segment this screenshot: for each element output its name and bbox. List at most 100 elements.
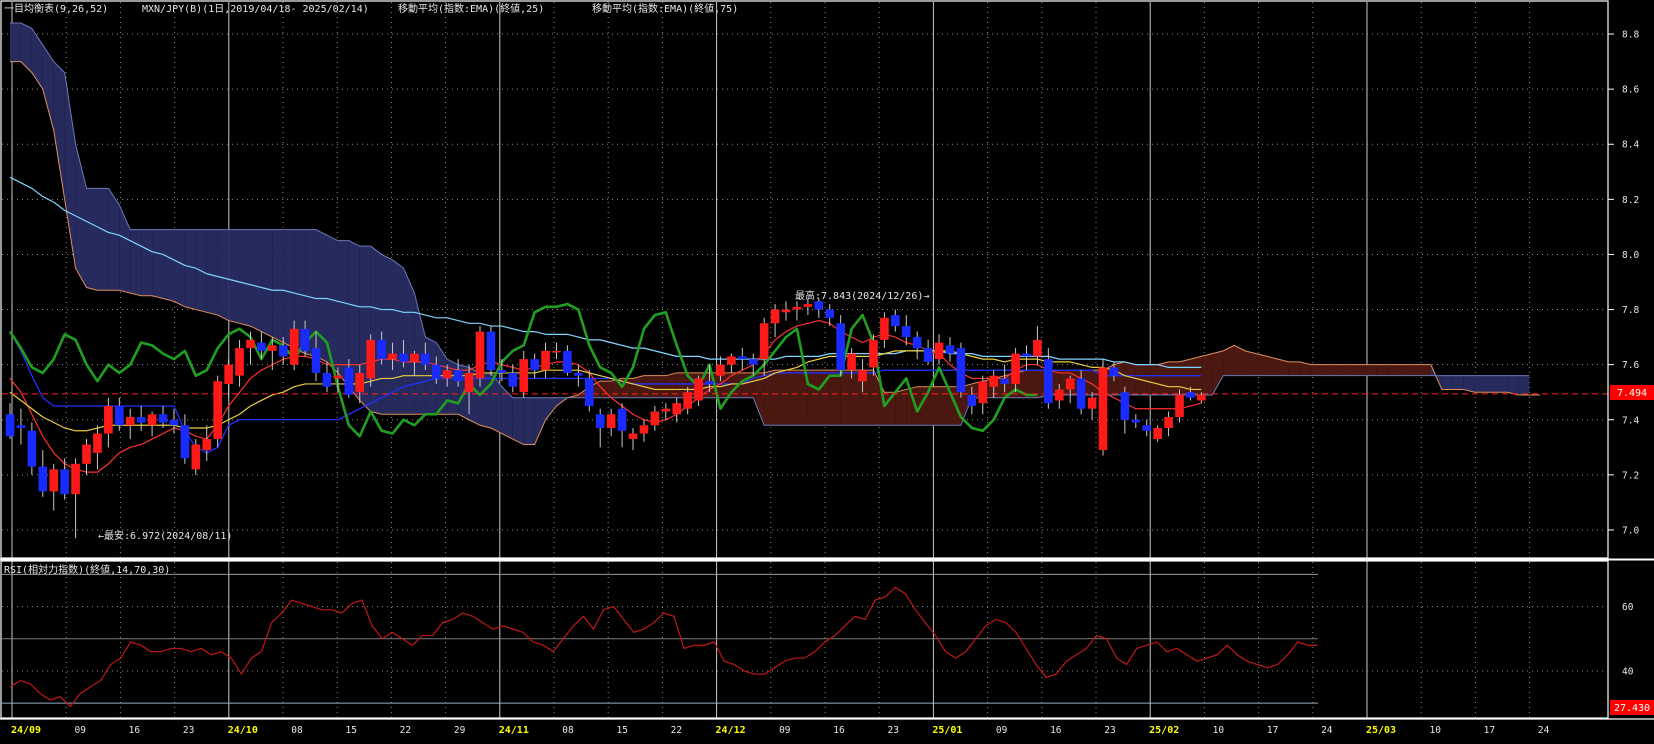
candle-up <box>672 403 682 415</box>
candle-down <box>38 466 48 492</box>
candle-up <box>224 364 233 384</box>
cloud-segment <box>261 229 273 338</box>
cloud-segment <box>840 370 852 426</box>
cloud-segment <box>1321 364 1333 376</box>
cloud-segment <box>97 188 109 291</box>
candle-up <box>475 331 485 379</box>
x-tick-label: 29 <box>454 725 466 736</box>
candle-down <box>923 348 933 362</box>
cloud-segment <box>1201 353 1213 395</box>
candle-up <box>1197 394 1206 401</box>
candle-up <box>82 444 91 464</box>
candle-up <box>552 350 561 353</box>
cloud-segment <box>1474 375 1486 393</box>
y-tick-label: 7.0 <box>1622 525 1639 536</box>
x-tick-label: 22 <box>671 725 682 736</box>
candle-down <box>738 356 747 360</box>
candle-up <box>650 411 660 426</box>
candle-down <box>617 408 627 431</box>
cloud-segment <box>1332 364 1344 376</box>
y-tick-label: 7.6 <box>1622 360 1639 371</box>
x-tick-label: 24 <box>1321 725 1333 736</box>
candle-down <box>956 348 966 393</box>
candle-up <box>1164 417 1173 429</box>
cloud-segment <box>1113 361 1125 395</box>
candle-up <box>880 317 889 340</box>
candle-up <box>1098 367 1108 451</box>
candle-down <box>836 323 845 371</box>
candle-up <box>1153 428 1162 440</box>
cloud-segment <box>228 229 240 324</box>
x-tick-label: 08 <box>562 725 574 736</box>
x-tick-label: 09 <box>74 725 86 736</box>
candle-up <box>388 353 397 360</box>
x-tick-label: 09 <box>779 725 791 736</box>
candle-down <box>5 414 15 437</box>
cloud-segment <box>775 370 787 426</box>
y-tick-label: 8.8 <box>1622 30 1639 41</box>
candle-up <box>125 417 135 426</box>
x-tick-label: 23 <box>183 725 194 736</box>
candle-up <box>104 405 113 434</box>
y-tick-label: 7.8 <box>1622 305 1639 316</box>
candle-down <box>497 370 507 373</box>
x-tick-label: 16 <box>833 725 845 736</box>
candle-up <box>191 444 201 470</box>
candle-down <box>136 417 146 423</box>
chart-stage: 24/09 09 16 23 24/10 08 15 22 29 24/11 08 15 22 24/12… <box>0 0 1654 740</box>
rsi-tick-label: 60 <box>1622 602 1634 613</box>
cloud-segment <box>163 229 174 302</box>
cloud-segment <box>141 229 153 296</box>
cloud-segment <box>1245 350 1257 376</box>
candle-down <box>399 353 408 362</box>
candle-up <box>49 469 59 492</box>
candle-up <box>934 342 944 360</box>
cloud-segment <box>1518 375 1530 395</box>
x-tick-label: 24/12 <box>716 725 746 736</box>
candle-down <box>891 315 900 327</box>
y-tick-label: 7.2 <box>1622 470 1639 481</box>
candle-down <box>563 350 572 373</box>
current-price-badge: 7.494 <box>1617 388 1647 399</box>
candle-up <box>989 375 998 387</box>
cloud-segment <box>152 229 164 299</box>
symbol-label: MXN/JPY(B)(1日,2019/04/18- 2025/02/14) <box>142 4 369 15</box>
x-tick-label: 16 <box>129 725 141 736</box>
candle-up <box>628 433 638 440</box>
cloud-segment <box>764 370 776 426</box>
candle-down <box>705 381 714 384</box>
candle-down <box>814 301 824 310</box>
candle-down <box>115 405 124 426</box>
candle-up <box>289 328 299 365</box>
candle-down <box>530 359 539 371</box>
candle-down <box>967 394 977 406</box>
cloud-segment <box>108 188 120 291</box>
candle-down <box>912 337 922 349</box>
cloud-segment <box>928 386 940 426</box>
candle-up <box>716 364 725 376</box>
candle-up <box>333 375 343 379</box>
candle-down <box>748 359 758 365</box>
cloud-segment <box>1354 364 1366 376</box>
cloud-segment <box>184 229 196 310</box>
candle-up <box>781 309 791 313</box>
candle-up <box>93 433 102 453</box>
candle-up <box>858 370 867 382</box>
x-tick-label: 23 <box>887 725 898 736</box>
candle-down <box>825 309 835 318</box>
cloud-segment <box>1441 375 1453 390</box>
cloud-segment <box>1343 364 1355 376</box>
candle-down <box>377 339 386 360</box>
cloud-segment <box>1507 375 1519 395</box>
candle-down <box>311 348 321 373</box>
candle-up <box>442 370 452 379</box>
candle-down <box>344 367 354 395</box>
cloud-segment <box>829 370 841 426</box>
candle-up <box>978 381 988 404</box>
cloud-segment <box>272 229 284 343</box>
candle-down <box>901 326 911 338</box>
candle-up <box>355 372 365 393</box>
candle-up <box>759 323 769 360</box>
candle-up <box>639 425 649 434</box>
x-tick-label: 24/09 <box>11 725 41 736</box>
